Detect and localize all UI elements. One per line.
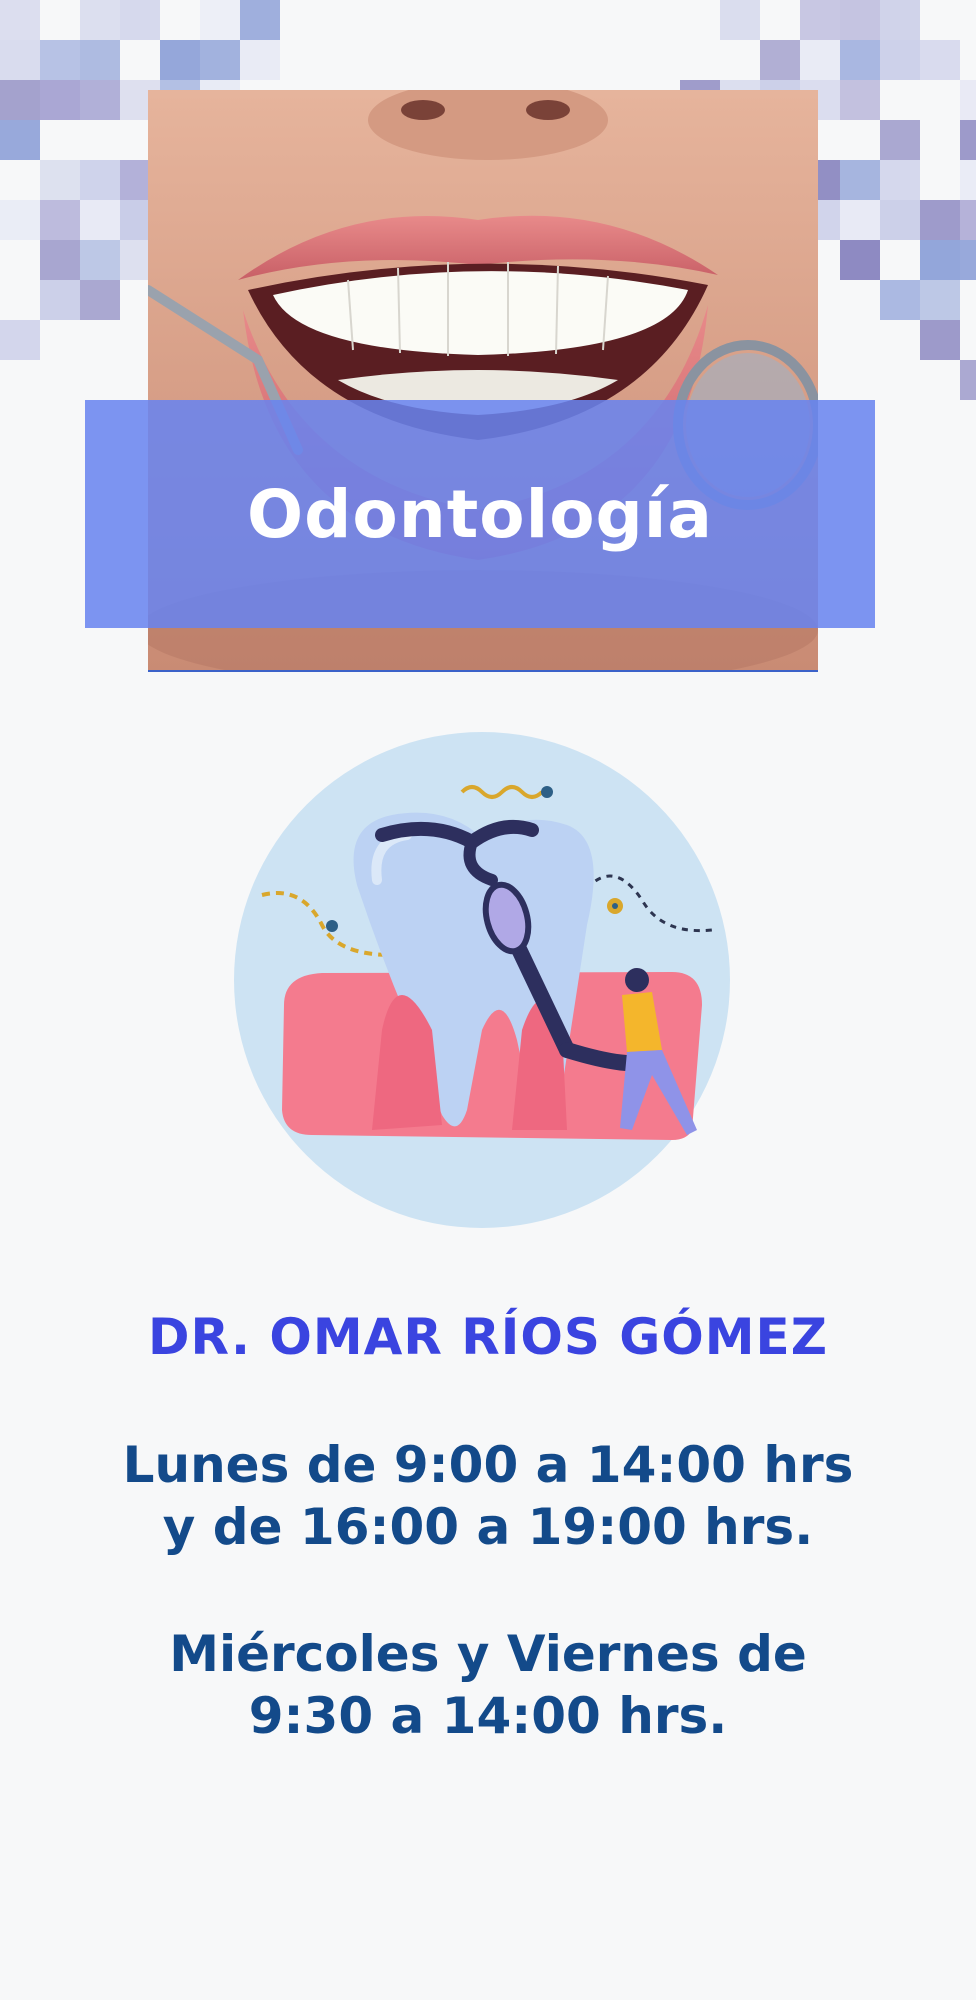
pixel-square bbox=[0, 200, 40, 240]
pixel-square bbox=[40, 80, 80, 120]
pixel-square bbox=[120, 0, 160, 40]
pixel-square bbox=[80, 200, 120, 240]
pixel-square bbox=[200, 40, 240, 80]
pixel-square bbox=[40, 160, 80, 200]
pixel-square bbox=[160, 40, 200, 80]
pixel-square bbox=[960, 360, 976, 400]
title-banner: Odontología bbox=[85, 400, 875, 628]
pixel-square bbox=[0, 80, 40, 120]
pixel-square bbox=[80, 160, 120, 200]
pixel-square bbox=[80, 80, 120, 120]
pixel-square bbox=[920, 40, 960, 80]
pixel-square bbox=[840, 40, 880, 80]
pixel-square bbox=[960, 120, 976, 160]
pixel-square bbox=[0, 120, 40, 160]
pixel-square bbox=[960, 80, 976, 120]
pixel-square bbox=[920, 280, 960, 320]
pixel-square bbox=[760, 40, 800, 80]
pixel-square bbox=[0, 320, 40, 360]
pixel-square bbox=[40, 40, 80, 80]
pixel-square bbox=[40, 200, 80, 240]
pixel-square bbox=[840, 0, 880, 40]
pixel-square bbox=[880, 0, 920, 40]
page-title: Odontología bbox=[247, 475, 713, 553]
pixel-square bbox=[240, 0, 280, 40]
pixel-square bbox=[0, 0, 40, 40]
pixel-square bbox=[720, 0, 760, 40]
pixel-square bbox=[240, 40, 280, 80]
pixel-square bbox=[80, 40, 120, 80]
pixel-square bbox=[960, 240, 976, 280]
pixel-square bbox=[920, 200, 960, 240]
pixel-square bbox=[800, 40, 840, 80]
pixel-square bbox=[80, 0, 120, 40]
schedule-line-2: y de 16:00 a 19:00 hrs. bbox=[162, 1498, 814, 1556]
pixel-square bbox=[960, 200, 976, 240]
pixel-square bbox=[880, 120, 920, 160]
pixel-square bbox=[80, 280, 120, 320]
schedule-line-3: Miércoles y Viernes de bbox=[169, 1625, 807, 1683]
schedule-line-1: Lunes de 9:00 a 14:00 hrs bbox=[122, 1436, 854, 1494]
pixel-square bbox=[80, 240, 120, 280]
pixel-square bbox=[920, 320, 960, 360]
pixel-square bbox=[40, 280, 80, 320]
pixel-square bbox=[200, 0, 240, 40]
pixel-square bbox=[960, 160, 976, 200]
doctor-name: DR. OMAR RÍOS GÓMEZ bbox=[148, 1308, 828, 1366]
pixel-square bbox=[920, 240, 960, 280]
pixel-square bbox=[880, 160, 920, 200]
pixel-square bbox=[880, 200, 920, 240]
pixel-square bbox=[840, 160, 880, 200]
pixel-square bbox=[840, 80, 880, 120]
pixel-square bbox=[40, 240, 80, 280]
tooth-dentist-illustration bbox=[234, 732, 730, 1228]
pixel-square bbox=[840, 200, 880, 240]
schedule-line-4: 9:30 a 14:00 hrs. bbox=[248, 1687, 728, 1745]
pixel-square bbox=[880, 40, 920, 80]
pixel-square bbox=[880, 280, 920, 320]
pixel-square bbox=[840, 240, 880, 280]
pixel-square bbox=[800, 0, 840, 40]
pixel-square bbox=[0, 40, 40, 80]
